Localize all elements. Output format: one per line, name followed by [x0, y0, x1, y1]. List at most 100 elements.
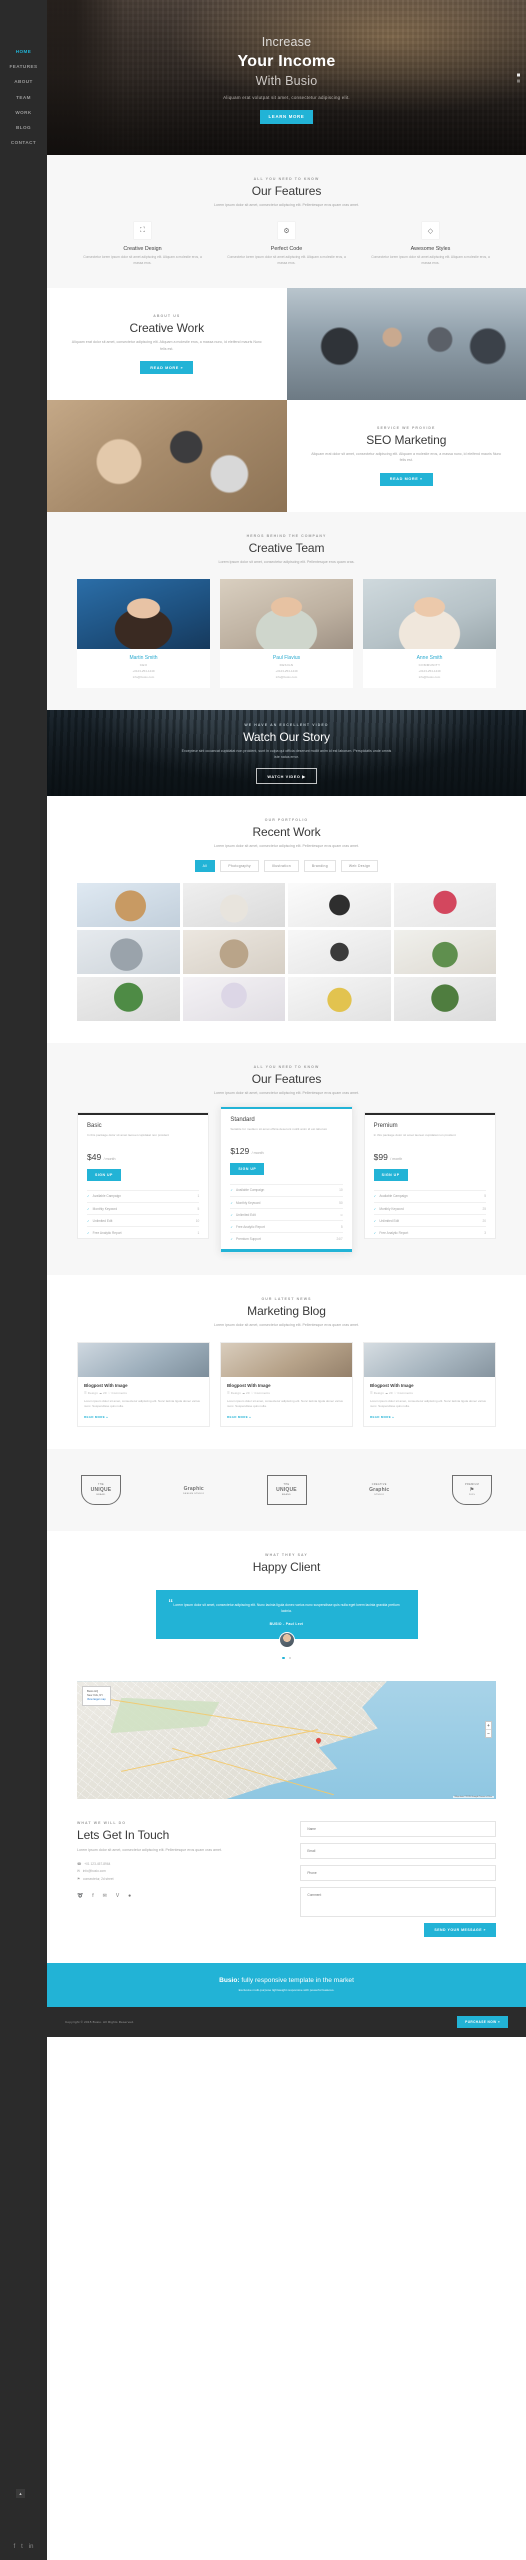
seo-read-more-button[interactable]: READ MORE » [379, 472, 433, 486]
blog-post-card[interactable]: Blogpost With Image ☰ Design ☁ 20 ♡ Comm… [77, 1341, 210, 1427]
portfolio-item[interactable] [393, 930, 496, 975]
check-icon: ✓ [230, 1200, 233, 1205]
portfolio-item[interactable] [77, 977, 180, 1022]
plan-feature-value: ∞ [340, 1212, 343, 1217]
testimonial-dots[interactable] [77, 1656, 496, 1660]
plan-signup-button[interactable]: SIGN UP [87, 1168, 121, 1181]
watch-video-button[interactable]: WATCH VIDEO ▶ [256, 768, 317, 785]
sidebar-item-home[interactable]: HOME [0, 44, 47, 59]
map-section[interactable]: Busio HQ New York, NY View larger map + … [77, 1681, 496, 1800]
portfolio-item[interactable] [393, 883, 496, 928]
hero-section: Increase Your Income With Busio Aliquam … [47, 0, 526, 155]
pricing-title: Our Features [251, 1072, 322, 1087]
blog-post-text: Lorem ipsum dolor sit amet, consectetur … [227, 1398, 343, 1409]
feature-card: ⛶ Creative Design Consectetur lorem ipsu… [77, 222, 208, 266]
team-member-photo [220, 578, 353, 649]
blog-post-card[interactable]: Blogpost With Image ☰ Design ☁ 20 ♡ Comm… [220, 1341, 353, 1427]
hero-dot-1[interactable] [517, 73, 520, 76]
testimonial-card: “ Lorem ipsum dolor sit amet, consectetu… [155, 1589, 418, 1648]
video-title: Watch Our Story [243, 729, 330, 744]
filter-illustration[interactable]: Illustration [263, 859, 299, 873]
blog-read-more-link[interactable]: READ MORE » [227, 1415, 346, 1419]
about-read-more-button[interactable]: READ MORE » [140, 361, 194, 375]
plan-feature: ✓ Available Campaign 10 [230, 1183, 343, 1196]
video-eyebrow: WE HAVE AN EXCELLENT VIDEO [244, 722, 329, 727]
sidebar-item-blog[interactable]: BLOG [0, 120, 47, 135]
features-eyebrow: ALL YOU NEED TO KNOW [253, 177, 320, 181]
map-zoom-out-button[interactable]: − [486, 1730, 491, 1737]
map-zoom-controls[interactable]: + − [485, 1721, 492, 1739]
testimonial-dot-1[interactable] [281, 1656, 285, 1660]
portfolio-item[interactable] [182, 930, 285, 975]
testimonial-dot-2[interactable] [288, 1656, 292, 1660]
team-member-photo [363, 578, 496, 649]
back-to-top-button[interactable]: ▲ [16, 2489, 25, 2498]
blog-post-image [221, 1342, 352, 1377]
about-lead: Aliquam erat dolor sit amet, consectetur… [71, 340, 262, 351]
filter-web-design[interactable]: Web Design [340, 859, 379, 873]
footer-cta-brand: Busio: [219, 1977, 240, 1985]
blog-post-card[interactable]: Blogpost With Image ☰ Design ☁ 20 ♡ Comm… [363, 1341, 496, 1427]
facebook-icon[interactable]: f [92, 1893, 93, 1899]
hero-dot-2[interactable] [517, 79, 520, 82]
map-view-larger-link[interactable]: View larger map [87, 1698, 106, 1702]
plan-feature-label: Monthly Keyword [379, 1206, 404, 1211]
map-zoom-in-button[interactable]: + [486, 1722, 491, 1731]
facebook-icon[interactable]: f [13, 2544, 15, 2550]
sidebar-item-team[interactable]: TEAM [0, 90, 47, 105]
portfolio-item[interactable] [182, 883, 285, 928]
plan-signup-button[interactable]: SIGN UP [373, 1168, 408, 1181]
portfolio-item[interactable] [77, 883, 180, 928]
team-member-card[interactable]: Paul Flavius DESIGN +0123-254-1449 info@… [220, 578, 353, 689]
team-member-card[interactable]: Anne Smith COMMUNITY +0123-254-1449 info… [363, 578, 496, 689]
phone-field[interactable] [300, 1865, 496, 1882]
send-message-button[interactable]: SEND YOUR MESSAGE » [424, 1923, 496, 1938]
portfolio-item[interactable] [77, 930, 180, 975]
contact-address-text: consectetur, 2d street [83, 1876, 114, 1881]
plan-feature-label: Available Campaign [236, 1188, 265, 1193]
team-member-email: info@busio.com [275, 675, 298, 680]
blog-read-more-link[interactable]: READ MORE » [370, 1415, 489, 1419]
plan-feature: ✓ Unlimited Edit 10 [87, 1214, 200, 1226]
portfolio-item[interactable] [182, 977, 285, 1022]
portfolio-item[interactable] [393, 977, 496, 1022]
filter-all[interactable]: All [194, 859, 216, 873]
check-icon: ✓ [230, 1237, 233, 1242]
filter-branding[interactable]: Branding [303, 859, 336, 873]
portfolio-item[interactable] [288, 977, 391, 1022]
blog-post-image [364, 1342, 495, 1377]
blog-read-more-link[interactable]: READ MORE » [84, 1415, 203, 1419]
plan-signup-button[interactable]: SIGN UP [230, 1162, 265, 1175]
linkedin-icon[interactable]: in [29, 2544, 34, 2550]
sidebar-item-work[interactable]: WORK [0, 105, 47, 120]
comment-field[interactable] [300, 1887, 496, 1918]
rss-icon[interactable]: ➰ [77, 1893, 83, 1899]
portfolio-item[interactable] [288, 930, 391, 975]
purchase-now-button[interactable]: PURCHASE NOW » [457, 2016, 508, 2029]
hero-learn-more-button[interactable]: LEARN MORE [259, 109, 314, 124]
pricing-section: ALL YOU NEED TO KNOW Our Features Lorem … [47, 1043, 526, 1275]
contact-phone-text: +01 123-457-8964 [84, 1862, 111, 1867]
plan-desc: In this package dolor sit amet laoreet c… [373, 1132, 456, 1137]
email-field[interactable] [300, 1843, 496, 1860]
sidebar-item-about[interactable]: ABOUT [0, 74, 47, 89]
vimeo-icon[interactable]: V [116, 1893, 119, 1899]
dribbble-icon[interactable]: ● [128, 1893, 131, 1899]
map-info-card[interactable]: Busio HQ New York, NY View larger map [82, 1686, 111, 1706]
portfolio-section: OUR PORTFOLIO Recent Work Lorem ipsum do… [47, 796, 526, 1044]
check-icon: ✓ [230, 1224, 233, 1229]
filter-photography[interactable]: Photography [220, 859, 259, 873]
blog-post-image [78, 1342, 209, 1377]
sidebar-item-features[interactable]: FEATURES [0, 59, 47, 74]
portfolio-item[interactable] [288, 883, 391, 928]
features-lead: Lorem ipsum dolor sit amet, consectetur … [213, 203, 360, 207]
team-member-card[interactable]: Martin Smith CEO +0123-254-1449 info@bus… [77, 578, 210, 689]
team-title: Creative Team [248, 540, 325, 555]
hero-slider-dots[interactable] [517, 70, 520, 85]
name-field[interactable] [300, 1821, 496, 1838]
plan-feature-value: 10 [195, 1218, 200, 1223]
twitter-icon[interactable]: t [21, 2544, 23, 2550]
team-member-phone: +0123-254-1449 [275, 669, 298, 674]
twitter-icon[interactable]: ✉ [103, 1893, 107, 1899]
sidebar-item-contact[interactable]: CONTACT [0, 135, 47, 150]
